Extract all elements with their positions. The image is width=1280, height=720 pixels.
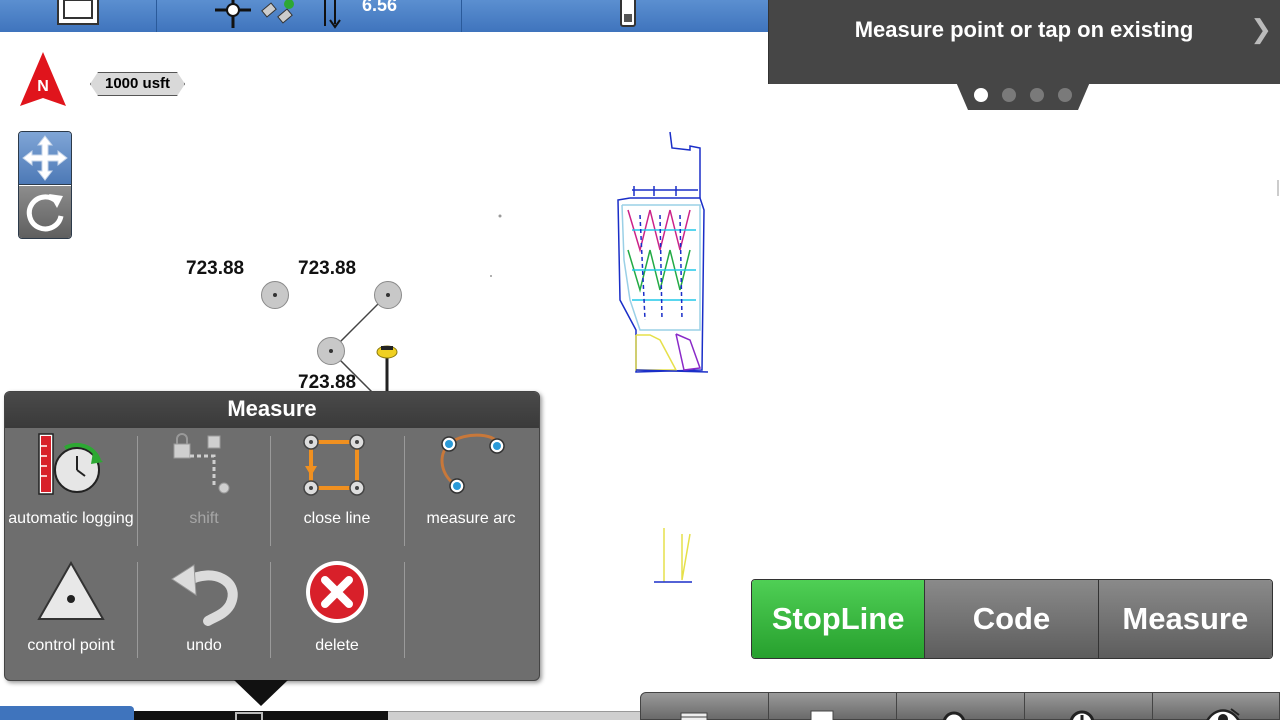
- pager-dot-3[interactable]: [1030, 88, 1044, 102]
- survey-point[interactable]: [261, 281, 289, 309]
- measure-panel-title: Measure: [5, 392, 539, 428]
- measure-tab-icon: [235, 712, 263, 720]
- status-seg-map[interactable]: [0, 0, 157, 32]
- toolbar-zoom-button[interactable]: [897, 693, 1025, 720]
- map-navigation-control: [18, 131, 72, 239]
- automatic-logging-button[interactable]: automatic logging: [5, 432, 137, 552]
- shift-icon: [173, 433, 230, 494]
- bottom-toolbar: [640, 692, 1280, 720]
- tool-label: measure arc: [426, 510, 516, 527]
- measure-button[interactable]: Measure: [1098, 580, 1272, 658]
- map-view-icon: [57, 0, 99, 25]
- stopline-button[interactable]: StopLine: [752, 580, 926, 658]
- gnss-receiver-icon: [215, 0, 251, 28]
- control-point-icon: [37, 560, 105, 620]
- instruction-text: Measure point or tap on existing: [854, 17, 1194, 42]
- north-arrow: N: [20, 52, 66, 108]
- toolbar-info-button[interactable]: [1025, 693, 1153, 720]
- height-arrow-icon: [324, 0, 341, 29]
- instruction-pager[interactable]: [974, 88, 1074, 104]
- toolbar-view-button[interactable]: [1153, 693, 1280, 720]
- point-elevation-label: 723.88: [298, 258, 357, 279]
- rotate-button[interactable]: [19, 186, 71, 238]
- grid-icon: [680, 712, 708, 720]
- undo-icon: [171, 564, 238, 626]
- delete-button[interactable]: delete: [271, 559, 403, 679]
- survey-point[interactable]: [317, 337, 345, 365]
- status-seg-gnss[interactable]: 6.56: [157, 0, 462, 32]
- satellite-icon: [261, 0, 294, 24]
- status-bar: 6.56: [0, 0, 768, 32]
- automatic-logging-icon: [38, 433, 103, 495]
- bottom-tab-active[interactable]: [0, 706, 134, 720]
- bottom-tab-measure[interactable]: [134, 711, 388, 720]
- survey-app-screen: 6.56 Measure point or tap on existing ❯ …: [0, 0, 1280, 720]
- tool-label: shift: [189, 510, 219, 527]
- tool-label: automatic logging: [8, 510, 134, 527]
- tool-label: close line: [303, 510, 371, 527]
- layer-icon: [810, 710, 834, 720]
- undo-button[interactable]: undo: [138, 559, 270, 679]
- rover-pole-icon: [376, 345, 398, 396]
- delete-icon: [306, 561, 368, 623]
- map-scale-badge: 1000 usft: [90, 72, 185, 96]
- status-seg-device[interactable]: [462, 0, 768, 32]
- pager-dot-1[interactable]: [974, 88, 988, 102]
- cad-linework: [617, 131, 1279, 583]
- magnifier-icon: [942, 711, 966, 720]
- eye-icon: [1206, 708, 1240, 720]
- rotate-icon: [26, 194, 64, 232]
- info-icon: [1069, 710, 1095, 720]
- control-point-button[interactable]: control point: [5, 559, 137, 679]
- code-button[interactable]: Code: [925, 580, 1099, 658]
- tool-label: control point: [27, 637, 115, 654]
- divider: [404, 562, 405, 658]
- close-line-button[interactable]: close line: [271, 432, 403, 552]
- pager-dot-4[interactable]: [1058, 88, 1072, 102]
- shift-button: shift: [138, 432, 270, 552]
- controller-device-icon: [620, 0, 636, 27]
- measure-panel: Measure automatic logging shift close li…: [4, 391, 540, 706]
- bottom-tab-inactive[interactable]: [388, 711, 640, 720]
- next-chevron-icon[interactable]: ❯: [1250, 14, 1272, 45]
- toolbar-grid-button[interactable]: [641, 693, 769, 720]
- tool-label: delete: [315, 637, 359, 654]
- instruction-panel: Measure point or tap on existing ❯: [768, 0, 1280, 84]
- depth-readout: 6.56: [362, 0, 398, 15]
- pager-dot-2[interactable]: [1002, 88, 1016, 102]
- action-button-group: StopLine Code Measure: [751, 579, 1273, 659]
- tool-label: undo: [186, 637, 222, 654]
- pan-arrows-icon: [22, 135, 68, 181]
- panel-pointer: [234, 680, 288, 706]
- north-label: N: [37, 78, 49, 95]
- measure-arc-button[interactable]: measure arc: [405, 432, 537, 552]
- point-elevation-label: 723.88: [186, 258, 245, 279]
- close-line-icon: [303, 434, 365, 496]
- survey-point[interactable]: [374, 281, 402, 309]
- toolbar-layer-button[interactable]: [769, 693, 897, 720]
- pan-button[interactable]: [19, 132, 71, 185]
- measure-arc-icon: [440, 433, 505, 494]
